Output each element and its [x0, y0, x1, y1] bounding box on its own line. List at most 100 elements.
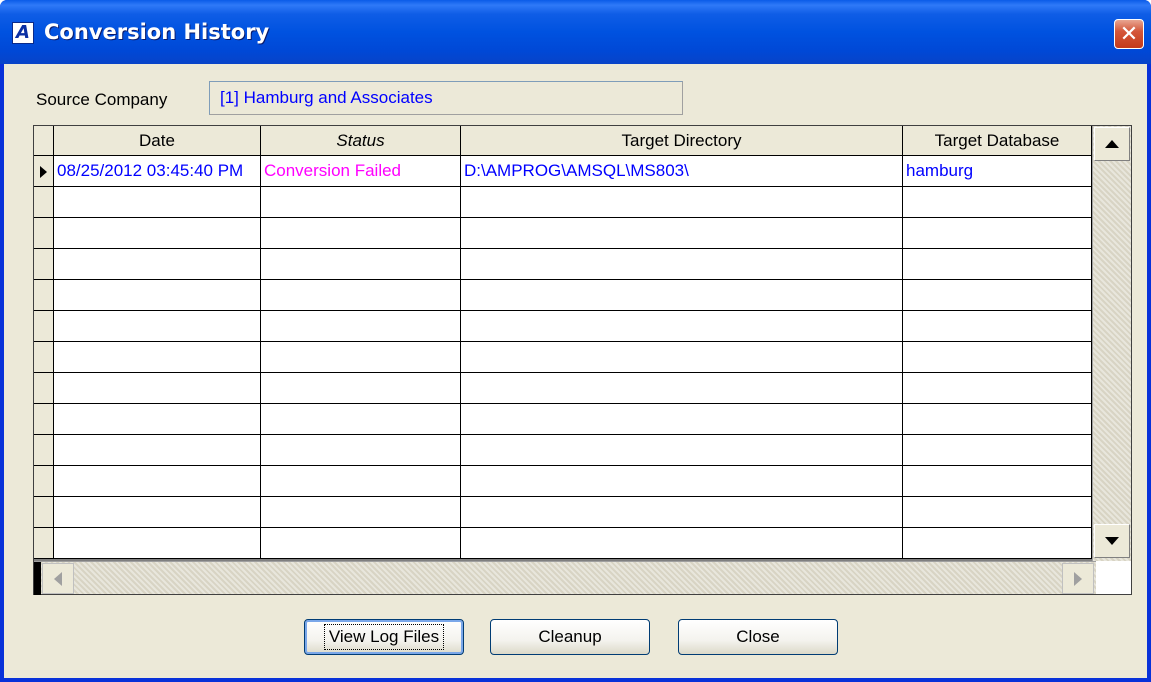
- table-row[interactable]: [34, 311, 1092, 342]
- cell-target-directory[interactable]: [461, 404, 903, 435]
- table-row[interactable]: 08/25/2012 03:45:40 PM Conversion Failed…: [34, 156, 1092, 187]
- cell-status[interactable]: [261, 280, 461, 311]
- row-indicator: [34, 373, 54, 404]
- table-row[interactable]: [34, 342, 1092, 373]
- cell-status[interactable]: [261, 497, 461, 528]
- row-indicator: [34, 528, 54, 559]
- grid-header-row: Date Status Target Directory Target Data…: [34, 126, 1092, 156]
- cell-target-directory[interactable]: [461, 373, 903, 404]
- cell-status[interactable]: Conversion Failed: [261, 156, 461, 187]
- cell-target-database[interactable]: [903, 280, 1092, 311]
- cell-status[interactable]: [261, 218, 461, 249]
- cell-status[interactable]: [261, 528, 461, 559]
- table-row[interactable]: [34, 528, 1092, 559]
- horizontal-scrollbar[interactable]: [34, 561, 1096, 595]
- cell-date[interactable]: [54, 280, 261, 311]
- cell-target-directory[interactable]: [461, 249, 903, 280]
- vertical-scrollbar[interactable]: [1092, 126, 1131, 561]
- table-row[interactable]: [34, 466, 1092, 497]
- cell-target-directory[interactable]: [461, 435, 903, 466]
- row-indicator-header: [34, 126, 54, 156]
- cell-date[interactable]: [54, 311, 261, 342]
- cell-target-database[interactable]: [903, 497, 1092, 528]
- scroll-up-button[interactable]: [1094, 127, 1130, 161]
- close-icon: ✕: [1119, 21, 1139, 47]
- cell-target-database[interactable]: [903, 249, 1092, 280]
- history-grid: Date Status Target Directory Target Data…: [33, 125, 1132, 595]
- cell-date[interactable]: [54, 218, 261, 249]
- cell-date[interactable]: [54, 497, 261, 528]
- cell-status[interactable]: [261, 249, 461, 280]
- cell-date[interactable]: [54, 342, 261, 373]
- cell-date[interactable]: 08/25/2012 03:45:40 PM: [54, 156, 261, 187]
- title-bar[interactable]: A Conversion History ✕: [0, 0, 1151, 64]
- table-row[interactable]: [34, 249, 1092, 280]
- table-row[interactable]: [34, 497, 1092, 528]
- column-header-target-database[interactable]: Target Database: [903, 126, 1092, 156]
- table-row[interactable]: [34, 435, 1092, 466]
- table-row[interactable]: [34, 218, 1092, 249]
- cell-status[interactable]: [261, 435, 461, 466]
- row-indicator: [34, 280, 54, 311]
- cell-status[interactable]: [261, 466, 461, 497]
- cell-status[interactable]: [261, 311, 461, 342]
- cell-date[interactable]: [54, 249, 261, 280]
- row-indicator: [34, 187, 54, 218]
- table-row[interactable]: [34, 280, 1092, 311]
- column-header-status[interactable]: Status: [261, 126, 461, 156]
- cell-target-database[interactable]: hamburg: [903, 156, 1092, 187]
- cell-target-database[interactable]: [903, 342, 1092, 373]
- scrollbar-corner: [1096, 561, 1131, 594]
- row-indicator: [34, 311, 54, 342]
- cell-target-database[interactable]: [903, 528, 1092, 559]
- window-title: Conversion History: [44, 20, 270, 44]
- cell-target-database[interactable]: [903, 404, 1092, 435]
- scroll-left-button[interactable]: [42, 563, 74, 594]
- conversion-history-window: A Conversion History ✕ Source Company [1…: [0, 0, 1151, 682]
- cell-date[interactable]: [54, 435, 261, 466]
- scroll-down-button[interactable]: [1094, 524, 1130, 558]
- cell-target-database[interactable]: [903, 466, 1092, 497]
- cleanup-button[interactable]: Cleanup: [490, 619, 650, 655]
- cell-target-database[interactable]: [903, 435, 1092, 466]
- cell-target-directory[interactable]: [461, 497, 903, 528]
- cell-target-directory[interactable]: [461, 466, 903, 497]
- cell-date[interactable]: [54, 373, 261, 404]
- table-row[interactable]: [34, 404, 1092, 435]
- table-row[interactable]: [34, 373, 1092, 404]
- column-header-date[interactable]: Date: [54, 126, 261, 156]
- close-window-button[interactable]: ✕: [1114, 19, 1144, 49]
- close-button[interactable]: Close: [678, 619, 838, 655]
- arrow-down-icon: [1105, 537, 1119, 545]
- cell-date[interactable]: [54, 466, 261, 497]
- cell-target-directory[interactable]: D:\AMPROG\AMSQL\MS803\: [461, 156, 903, 187]
- row-indicator: [34, 404, 54, 435]
- cell-target-database[interactable]: [903, 311, 1092, 342]
- cell-status[interactable]: [261, 187, 461, 218]
- arrow-up-icon: [1105, 140, 1119, 148]
- cell-date[interactable]: [54, 528, 261, 559]
- grid-rows: 08/25/2012 03:45:40 PM Conversion Failed…: [34, 156, 1092, 559]
- row-indicator: [34, 435, 54, 466]
- app-logo-letter: A: [16, 22, 30, 43]
- row-indicator: [34, 249, 54, 280]
- cell-date[interactable]: [54, 187, 261, 218]
- table-row[interactable]: [34, 187, 1092, 218]
- cell-status[interactable]: [261, 373, 461, 404]
- cell-target-database[interactable]: [903, 187, 1092, 218]
- cell-status[interactable]: [261, 342, 461, 373]
- cell-target-directory[interactable]: [461, 528, 903, 559]
- cell-target-database[interactable]: [903, 373, 1092, 404]
- cell-target-database[interactable]: [903, 218, 1092, 249]
- column-header-target-directory[interactable]: Target Directory: [461, 126, 903, 156]
- scroll-right-button[interactable]: [1062, 563, 1094, 594]
- row-indicator: [34, 218, 54, 249]
- cell-target-directory[interactable]: [461, 280, 903, 311]
- cell-target-directory[interactable]: [461, 342, 903, 373]
- cell-target-directory[interactable]: [461, 311, 903, 342]
- cell-target-directory[interactable]: [461, 218, 903, 249]
- cell-date[interactable]: [54, 404, 261, 435]
- view-log-files-button[interactable]: View Log Files: [304, 619, 464, 655]
- cell-status[interactable]: [261, 404, 461, 435]
- cell-target-directory[interactable]: [461, 187, 903, 218]
